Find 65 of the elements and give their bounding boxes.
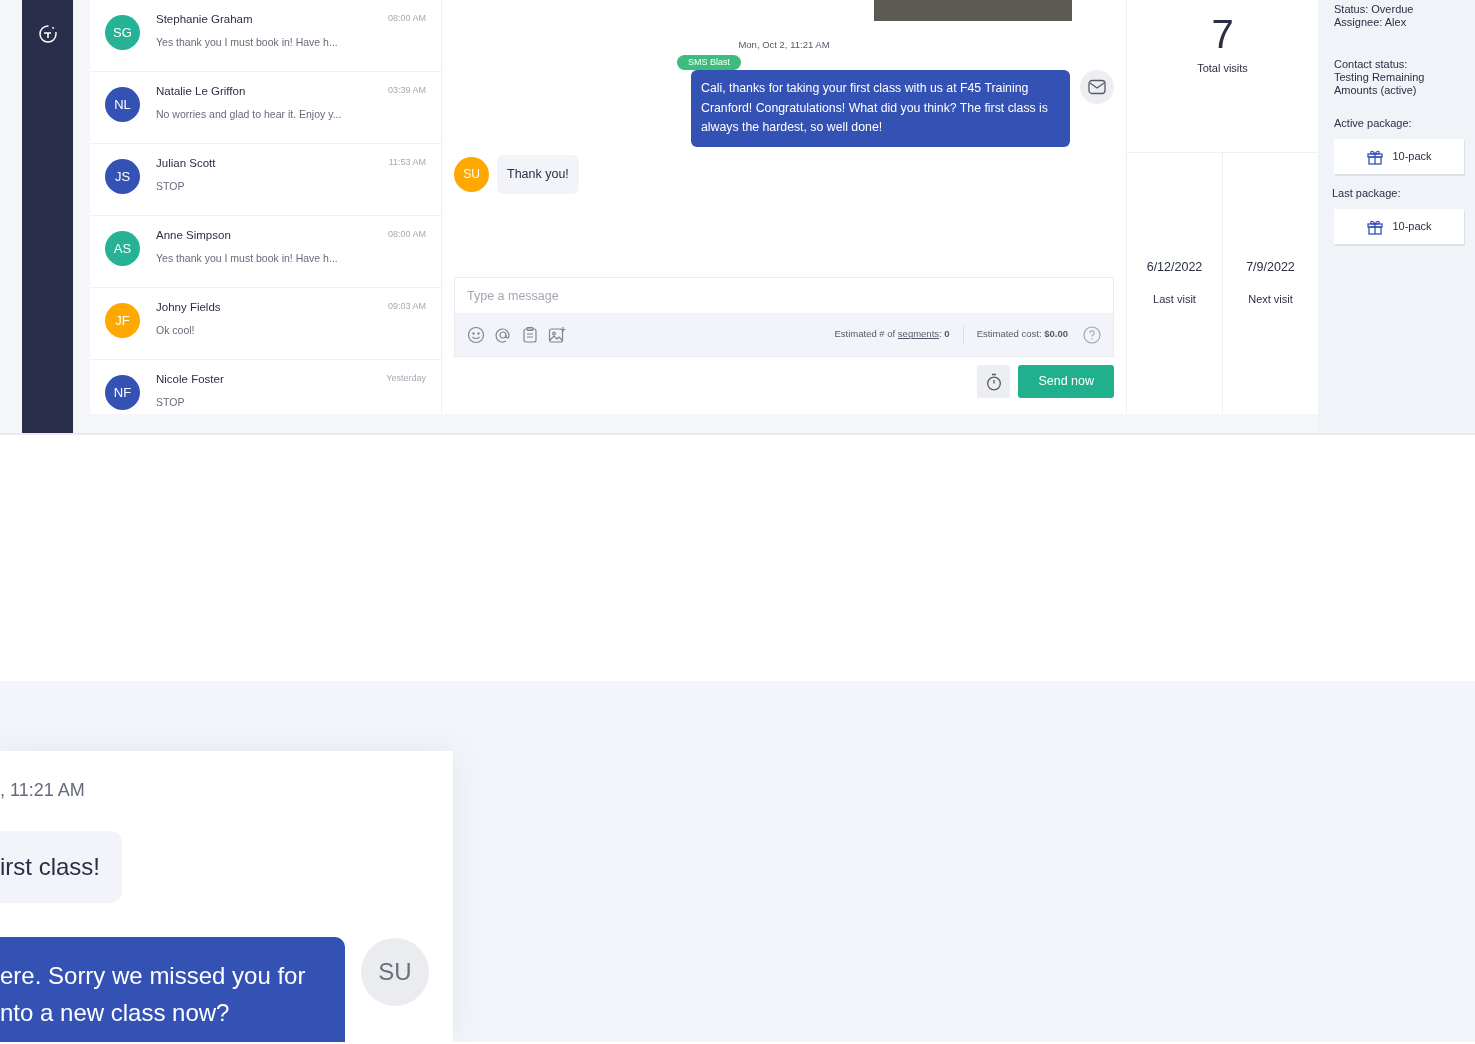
avatar-initials: NF	[105, 375, 140, 410]
timer-icon	[985, 372, 1002, 391]
visit-date: 6/12/2022	[1145, 259, 1204, 276]
message-input[interactable]: Type a message	[454, 277, 1114, 313]
message-time: 11:53 AM	[388, 156, 426, 169]
field-label: Active package:	[1334, 117, 1413, 130]
message-date: Mon, Oct 2, 11:21 AM	[737, 38, 831, 52]
cost-estimate: Estimated cost: $0.00	[976, 327, 1068, 342]
outgoing-message: Cali, thanks for taking your first class with us at F45 Training Cranford! Congratulations! What did you think? The first class is always the hardest, so well done!	[691, 70, 1070, 147]
message-time: Yesterday	[386, 372, 426, 385]
conversation-item[interactable]: NL Natalie Le Griffon No worries and glad to hear it. Enjoy y... 03:39 AM	[90, 72, 441, 144]
avatar-initials: AS	[105, 231, 140, 266]
message-time: 09:03 AM	[387, 300, 426, 313]
contact-name: Johny Fields	[156, 300, 221, 315]
visit-date: 7/9/2022	[1245, 259, 1296, 276]
total-visits-count: 7	[1210, 14, 1235, 54]
conversation-item[interactable]: JF Johny Fields Ok cool! 09:03 AM	[90, 288, 441, 360]
emoji-icon[interactable]	[467, 325, 485, 344]
stat-label: Next visit	[1247, 291, 1294, 307]
clipboard-icon[interactable]	[521, 325, 539, 344]
segments-estimate: Estimated # of segments: 0	[834, 327, 950, 342]
conversation-item[interactable]: NF Nicole Foster STOP Yesterday	[90, 360, 441, 414]
message-preview: STOP	[156, 395, 186, 411]
timer-button[interactable]	[977, 365, 1011, 398]
avatar-initials: NL	[105, 87, 140, 122]
stat-label: Last visit	[1152, 291, 1197, 307]
message-time: 03:39 AM	[387, 84, 426, 97]
sms-blast-tag: SMS Blast	[677, 55, 741, 71]
avatar-initials: SG	[105, 15, 140, 50]
conversation-item[interactable]: JS Julian Scott STOP 11:53 AM	[90, 144, 441, 216]
message-preview: No worries and glad to hear it. Enjoy y...	[156, 107, 342, 123]
outgoing-message: ere. Sorry we missed you for nto a new class now?	[0, 937, 345, 1042]
message-time: 08:00 AM	[387, 12, 426, 25]
at-sign-icon[interactable]	[494, 325, 512, 344]
avatar-initials: JF	[105, 303, 140, 338]
message-preview: Ok cool!	[156, 323, 196, 339]
message-preview: Yes thank you I must book in! Have h...	[156, 35, 338, 51]
help-icon[interactable]	[1083, 325, 1101, 344]
image-add-icon[interactable]	[548, 325, 566, 344]
contact-name: Nicole Foster	[156, 372, 224, 387]
contact-name: Stephanie Graham	[156, 12, 254, 27]
package-name: 10-pack	[1392, 220, 1432, 233]
field-label: Contact status:	[1334, 58, 1409, 71]
message-preview: Yes thank you I must book in! Have h...	[156, 251, 338, 267]
status-text: Status: Overdue	[1334, 3, 1415, 16]
conversation-item[interactable]: AS Anne Simpson Yes thank you I must book in! Have h... 08:00 AM	[90, 216, 441, 288]
incoming-message: irst class!	[0, 831, 122, 903]
contact-status-value: Testing Remaining Amounts (active)	[1334, 71, 1426, 97]
contact-name: Julian Scott	[156, 156, 216, 171]
avatar-initials: SU	[361, 938, 429, 1006]
contact-name: Anne Simpson	[156, 228, 232, 243]
incoming-message: Thank you!	[497, 154, 579, 194]
field-label: Last package:	[1332, 187, 1402, 200]
stat-label: Total visits	[1196, 61, 1249, 76]
avatar-initials: JS	[105, 159, 140, 194]
envelope-icon	[1080, 70, 1114, 105]
conversation-item[interactable]: SG Stephanie Graham Yes thank you I must book in! Have h... 08:00 AM	[90, 0, 441, 72]
avatar-initials: SU	[454, 156, 489, 192]
message-preview: STOP	[156, 179, 186, 195]
contact-name: Natalie Le Griffon	[156, 84, 247, 99]
sidebar-nav-icon[interactable]	[37, 24, 58, 44]
message-date: , 11:21 AM	[0, 779, 85, 802]
package-name: 10-pack	[1392, 150, 1432, 163]
assignee-text: Assignee: Alex	[1334, 16, 1408, 29]
message-time: 08:00 AM	[387, 228, 426, 241]
